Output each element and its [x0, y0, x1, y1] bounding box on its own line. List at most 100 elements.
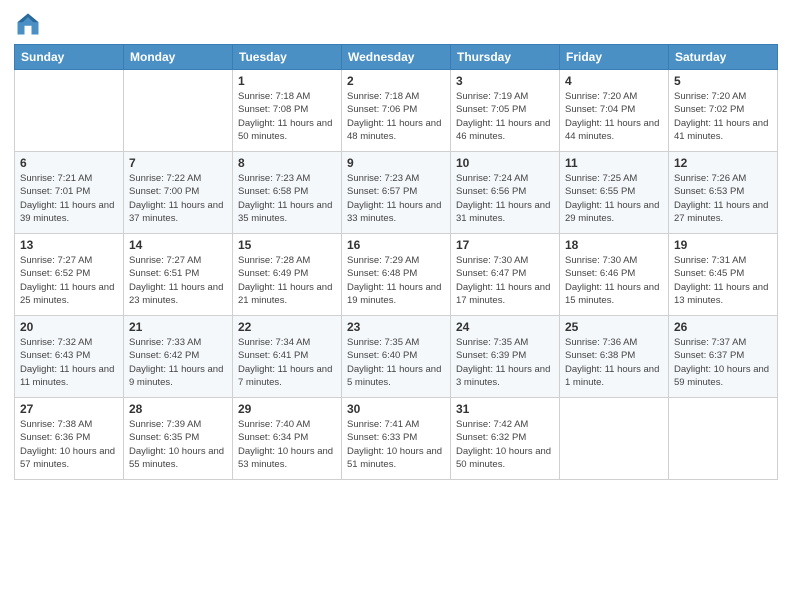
day-info: Sunrise: 7:26 AM Sunset: 6:53 PM Dayligh… — [674, 172, 772, 225]
day-cell: 14 Sunrise: 7:27 AM Sunset: 6:51 PM Dayli… — [124, 234, 233, 316]
day-number: 13 — [20, 238, 118, 252]
day-info: Sunrise: 7:25 AM Sunset: 6:55 PM Dayligh… — [565, 172, 663, 225]
day-number: 25 — [565, 320, 663, 334]
day-number: 7 — [129, 156, 227, 170]
day-number: 8 — [238, 156, 336, 170]
day-number: 3 — [456, 74, 554, 88]
day-cell: 6 Sunrise: 7:21 AM Sunset: 7:01 PM Daylig… — [15, 152, 124, 234]
day-cell: 20 Sunrise: 7:32 AM Sunset: 6:43 PM Dayli… — [15, 316, 124, 398]
day-cell: 31Sunrise: 7:42 AM Sunset: 6:32 PM Dayli… — [451, 398, 560, 480]
day-info: Sunrise: 7:30 AM Sunset: 6:46 PM Dayligh… — [565, 254, 663, 307]
weekday-wednesday: Wednesday — [342, 45, 451, 70]
day-info: Sunrise: 7:24 AM Sunset: 6:56 PM Dayligh… — [456, 172, 554, 225]
day-info: Sunrise: 7:18 AM Sunset: 7:06 PM Dayligh… — [347, 90, 445, 143]
day-cell: 21 Sunrise: 7:33 AM Sunset: 6:42 PM Dayli… — [124, 316, 233, 398]
day-cell — [15, 70, 124, 152]
day-info: Sunrise: 7:38 AM Sunset: 6:36 PM Dayligh… — [20, 418, 118, 471]
day-number: 14 — [129, 238, 227, 252]
day-number: 23 — [347, 320, 445, 334]
day-cell — [124, 70, 233, 152]
day-cell: 30Sunrise: 7:41 AM Sunset: 6:33 PM Dayli… — [342, 398, 451, 480]
weekday-sunday: Sunday — [15, 45, 124, 70]
day-number: 27 — [20, 402, 118, 416]
day-cell: 25 Sunrise: 7:36 AM Sunset: 6:38 PM Dayli… — [560, 316, 669, 398]
day-number: 15 — [238, 238, 336, 252]
day-number: 9 — [347, 156, 445, 170]
day-info: Sunrise: 7:31 AM Sunset: 6:45 PM Dayligh… — [674, 254, 772, 307]
day-cell: 22 Sunrise: 7:34 AM Sunset: 6:41 PM Dayli… — [233, 316, 342, 398]
day-info: Sunrise: 7:30 AM Sunset: 6:47 PM Dayligh… — [456, 254, 554, 307]
day-info: Sunrise: 7:37 AM Sunset: 6:37 PM Dayligh… — [674, 336, 772, 389]
day-info: Sunrise: 7:32 AM Sunset: 6:43 PM Dayligh… — [20, 336, 118, 389]
day-cell: 17 Sunrise: 7:30 AM Sunset: 6:47 PM Dayli… — [451, 234, 560, 316]
day-cell — [560, 398, 669, 480]
day-info: Sunrise: 7:36 AM Sunset: 6:38 PM Dayligh… — [565, 336, 663, 389]
day-cell: 8 Sunrise: 7:23 AM Sunset: 6:58 PM Daylig… — [233, 152, 342, 234]
day-cell: 28Sunrise: 7:39 AM Sunset: 6:35 PM Dayli… — [124, 398, 233, 480]
weekday-header-row: SundayMondayTuesdayWednesdayThursdayFrid… — [15, 45, 778, 70]
day-cell: 7Sunrise: 7:22 AM Sunset: 7:00 PM Daylig… — [124, 152, 233, 234]
day-number: 16 — [347, 238, 445, 252]
day-number: 4 — [565, 74, 663, 88]
day-number: 1 — [238, 74, 336, 88]
header — [14, 10, 778, 38]
day-cell: 3 Sunrise: 7:19 AM Sunset: 7:05 PM Daylig… — [451, 70, 560, 152]
day-cell: 27 Sunrise: 7:38 AM Sunset: 6:36 PM Dayli… — [15, 398, 124, 480]
day-info: Sunrise: 7:23 AM Sunset: 6:58 PM Dayligh… — [238, 172, 336, 225]
day-number: 29 — [238, 402, 336, 416]
day-number: 11 — [565, 156, 663, 170]
day-number: 20 — [20, 320, 118, 334]
logo — [14, 10, 46, 38]
day-number: 12 — [674, 156, 772, 170]
day-cell — [669, 398, 778, 480]
day-cell: 5 Sunrise: 7:20 AM Sunset: 7:02 PM Daylig… — [669, 70, 778, 152]
day-cell: 26 Sunrise: 7:37 AM Sunset: 6:37 PM Dayli… — [669, 316, 778, 398]
day-info: Sunrise: 7:33 AM Sunset: 6:42 PM Dayligh… — [129, 336, 227, 389]
day-number: 21 — [129, 320, 227, 334]
day-info: Sunrise: 7:34 AM Sunset: 6:41 PM Dayligh… — [238, 336, 336, 389]
day-cell: 29 Sunrise: 7:40 AM Sunset: 6:34 PM Dayli… — [233, 398, 342, 480]
day-number: 6 — [20, 156, 118, 170]
day-cell: 4 Sunrise: 7:20 AM Sunset: 7:04 PM Daylig… — [560, 70, 669, 152]
day-info: Sunrise: 7:42 AM Sunset: 6:32 PM Dayligh… — [456, 418, 554, 471]
day-cell: 10 Sunrise: 7:24 AM Sunset: 6:56 PM Dayli… — [451, 152, 560, 234]
day-info: Sunrise: 7:29 AM Sunset: 6:48 PM Dayligh… — [347, 254, 445, 307]
day-cell: 13 Sunrise: 7:27 AM Sunset: 6:52 PM Dayli… — [15, 234, 124, 316]
day-number: 5 — [674, 74, 772, 88]
day-info: Sunrise: 7:19 AM Sunset: 7:05 PM Dayligh… — [456, 90, 554, 143]
logo-icon — [14, 10, 42, 38]
day-number: 19 — [674, 238, 772, 252]
day-number: 30 — [347, 402, 445, 416]
page: SundayMondayTuesdayWednesdayThursdayFrid… — [0, 0, 792, 612]
weekday-thursday: Thursday — [451, 45, 560, 70]
day-info: Sunrise: 7:20 AM Sunset: 7:04 PM Dayligh… — [565, 90, 663, 143]
day-cell: 12 Sunrise: 7:26 AM Sunset: 6:53 PM Dayli… — [669, 152, 778, 234]
day-cell: 16 Sunrise: 7:29 AM Sunset: 6:48 PM Dayli… — [342, 234, 451, 316]
week-row-1: 1 Sunrise: 7:18 AM Sunset: 7:08 PM Daylig… — [15, 70, 778, 152]
day-info: Sunrise: 7:40 AM Sunset: 6:34 PM Dayligh… — [238, 418, 336, 471]
calendar: SundayMondayTuesdayWednesdayThursdayFrid… — [14, 44, 778, 480]
day-cell: 9Sunrise: 7:23 AM Sunset: 6:57 PM Daylig… — [342, 152, 451, 234]
day-info: Sunrise: 7:35 AM Sunset: 6:39 PM Dayligh… — [456, 336, 554, 389]
day-number: 22 — [238, 320, 336, 334]
week-row-4: 20 Sunrise: 7:32 AM Sunset: 6:43 PM Dayli… — [15, 316, 778, 398]
day-info: Sunrise: 7:20 AM Sunset: 7:02 PM Dayligh… — [674, 90, 772, 143]
day-number: 2 — [347, 74, 445, 88]
weekday-tuesday: Tuesday — [233, 45, 342, 70]
day-cell: 1 Sunrise: 7:18 AM Sunset: 7:08 PM Daylig… — [233, 70, 342, 152]
day-info: Sunrise: 7:27 AM Sunset: 6:52 PM Dayligh… — [20, 254, 118, 307]
day-number: 24 — [456, 320, 554, 334]
weekday-friday: Friday — [560, 45, 669, 70]
day-info: Sunrise: 7:27 AM Sunset: 6:51 PM Dayligh… — [129, 254, 227, 307]
day-number: 17 — [456, 238, 554, 252]
weekday-saturday: Saturday — [669, 45, 778, 70]
week-row-5: 27 Sunrise: 7:38 AM Sunset: 6:36 PM Dayli… — [15, 398, 778, 480]
day-number: 28 — [129, 402, 227, 416]
day-info: Sunrise: 7:18 AM Sunset: 7:08 PM Dayligh… — [238, 90, 336, 143]
day-number: 10 — [456, 156, 554, 170]
week-row-3: 13 Sunrise: 7:27 AM Sunset: 6:52 PM Dayli… — [15, 234, 778, 316]
day-number: 26 — [674, 320, 772, 334]
day-number: 18 — [565, 238, 663, 252]
day-info: Sunrise: 7:21 AM Sunset: 7:01 PM Dayligh… — [20, 172, 118, 225]
day-cell: 15Sunrise: 7:28 AM Sunset: 6:49 PM Dayli… — [233, 234, 342, 316]
